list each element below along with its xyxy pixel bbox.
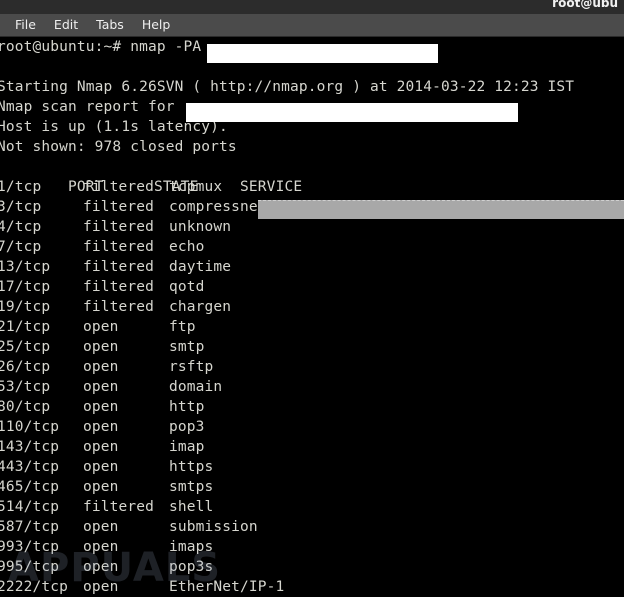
menu-item-help[interactable]: Help <box>133 16 180 34</box>
menu-item-file[interactable]: File <box>6 16 45 34</box>
cell-port: 3/tcp <box>0 199 42 215</box>
menu-item-tabs[interactable]: Tabs <box>87 16 133 34</box>
port-table-row: 514/tcp filtered shell <box>0 497 624 517</box>
cell-service: compressnet <box>169 199 267 215</box>
cell-state: open <box>83 319 119 335</box>
cell-service: pop3 <box>169 419 205 435</box>
cell-state: open <box>83 579 119 595</box>
cell-service: daytime <box>169 259 232 275</box>
cell-state: filtered <box>83 299 155 315</box>
cell-port: 514/tcp <box>0 499 60 515</box>
port-table-row: 4/tcp filtered unknown <box>0 217 624 237</box>
redaction-target-host-command <box>207 44 438 63</box>
port-table-row: 587/tcp open submission <box>0 517 624 537</box>
cell-state: open <box>83 359 119 375</box>
port-table-row: 53/tcp open domain <box>0 377 624 397</box>
port-table-row: 17/tcp filtered qotd <box>0 277 624 297</box>
port-table-row: 995/tcp open pop3s <box>0 557 624 577</box>
cell-state: filtered <box>83 259 155 275</box>
cell-state: filtered <box>83 199 155 215</box>
cell-port: 25/tcp <box>0 339 51 355</box>
cell-state: open <box>83 439 119 455</box>
terminal-window: root@ubu File Edit Tabs Help root@ubuntu… <box>0 0 624 597</box>
cell-port: 17/tcp <box>0 279 51 295</box>
window-title: root@ubu <box>552 0 618 10</box>
cell-port: 21/tcp <box>0 319 51 335</box>
menubar: File Edit Tabs Help <box>0 14 624 37</box>
cell-port: 19/tcp <box>0 299 51 315</box>
cell-service: smtps <box>169 479 214 495</box>
cell-service: unknown <box>169 219 232 235</box>
port-table-header: PORT STATE SERVICE <box>0 157 624 195</box>
port-table-row: 25/tcp open smtp <box>0 337 624 357</box>
cell-service: shell <box>169 499 214 515</box>
cell-state: filtered <box>83 239 155 255</box>
cell-service: qotd <box>169 279 205 295</box>
port-table-row: 443/tcp open https <box>0 457 624 477</box>
cell-service: chargen <box>169 299 232 315</box>
cell-port: 110/tcp <box>0 419 60 435</box>
cell-state: open <box>83 519 119 535</box>
cell-port: 26/tcp <box>0 359 51 375</box>
cell-state: filtered <box>83 179 155 195</box>
cell-service: imaps <box>169 539 214 555</box>
cell-port: 13/tcp <box>0 259 51 275</box>
cell-service: echo <box>169 239 205 255</box>
window-titlebar: root@ubu <box>0 0 624 14</box>
cell-state: open <box>83 339 119 355</box>
port-table-row: 465/tcp open smtps <box>0 477 624 497</box>
port-table-row: 19/tcp filtered chargen <box>0 297 624 317</box>
cell-state: open <box>83 399 119 415</box>
cell-service: domain <box>169 379 223 395</box>
cell-service: pop3s <box>169 559 214 575</box>
cell-service: smtp <box>169 339 205 355</box>
menu-item-edit[interactable]: Edit <box>45 16 87 34</box>
cell-service: ftp <box>169 319 196 335</box>
port-table-row: 26/tcp open rsftp <box>0 357 624 377</box>
cell-service: imap <box>169 439 205 455</box>
cell-state: filtered <box>83 279 155 295</box>
cell-state: open <box>83 559 119 575</box>
cell-port: 2222/tcp <box>0 579 69 595</box>
cell-port: 993/tcp <box>0 539 60 555</box>
cell-state: open <box>83 379 119 395</box>
terminal-line-nmap-version: Starting Nmap 6.26SVN ( http://nmap.org … <box>0 79 575 95</box>
port-table-row: 1/tcp filtered tcpmux <box>0 177 624 197</box>
port-table-row: 143/tcp open imap <box>0 437 624 457</box>
cell-service: http <box>169 399 205 415</box>
cell-port: 465/tcp <box>0 479 60 495</box>
cell-state: open <box>83 459 119 475</box>
port-table-row: 7/tcp filtered echo <box>0 237 624 257</box>
port-table-row: 110/tcp open pop3 <box>0 417 624 437</box>
cell-port: 7/tcp <box>0 239 42 255</box>
port-table-row: 2222/tcp open EtherNet/IP-1 <box>0 577 624 597</box>
port-table-row: 80/tcp open http <box>0 397 624 417</box>
cell-port: 443/tcp <box>0 459 60 475</box>
cell-service: tcpmux <box>169 179 223 195</box>
cell-state: open <box>83 539 119 555</box>
redaction-highlight-bar <box>258 200 624 219</box>
cell-port: 995/tcp <box>0 559 60 575</box>
cell-service: rsftp <box>169 359 214 375</box>
cell-port: 53/tcp <box>0 379 51 395</box>
cell-port: 143/tcp <box>0 439 60 455</box>
port-table-rows: 1/tcp filtered tcpmux 3/tcp filtered compress… <box>0 177 624 597</box>
column-header-service: SERVICE <box>240 179 303 195</box>
cell-port: 587/tcp <box>0 519 60 535</box>
port-table-row: 13/tcp filtered daytime <box>0 257 624 277</box>
cell-state: open <box>83 419 119 435</box>
cell-service: submission <box>169 519 258 535</box>
cell-port: 80/tcp <box>0 399 51 415</box>
cell-service: EtherNet/IP-1 <box>169 579 285 595</box>
cell-state: filtered <box>83 499 155 515</box>
cell-state: filtered <box>83 219 155 235</box>
port-table-row: 21/tcp open ftp <box>0 317 624 337</box>
cell-port: 1/tcp <box>0 179 42 195</box>
port-table-row: 993/tcp open imaps <box>0 537 624 557</box>
cell-service: https <box>169 459 214 475</box>
cell-state: open <box>83 479 119 495</box>
cell-port: 4/tcp <box>0 219 42 235</box>
redaction-target-host-report <box>186 103 518 122</box>
terminal-line-not-shown: Not shown: 978 closed ports <box>0 139 237 155</box>
